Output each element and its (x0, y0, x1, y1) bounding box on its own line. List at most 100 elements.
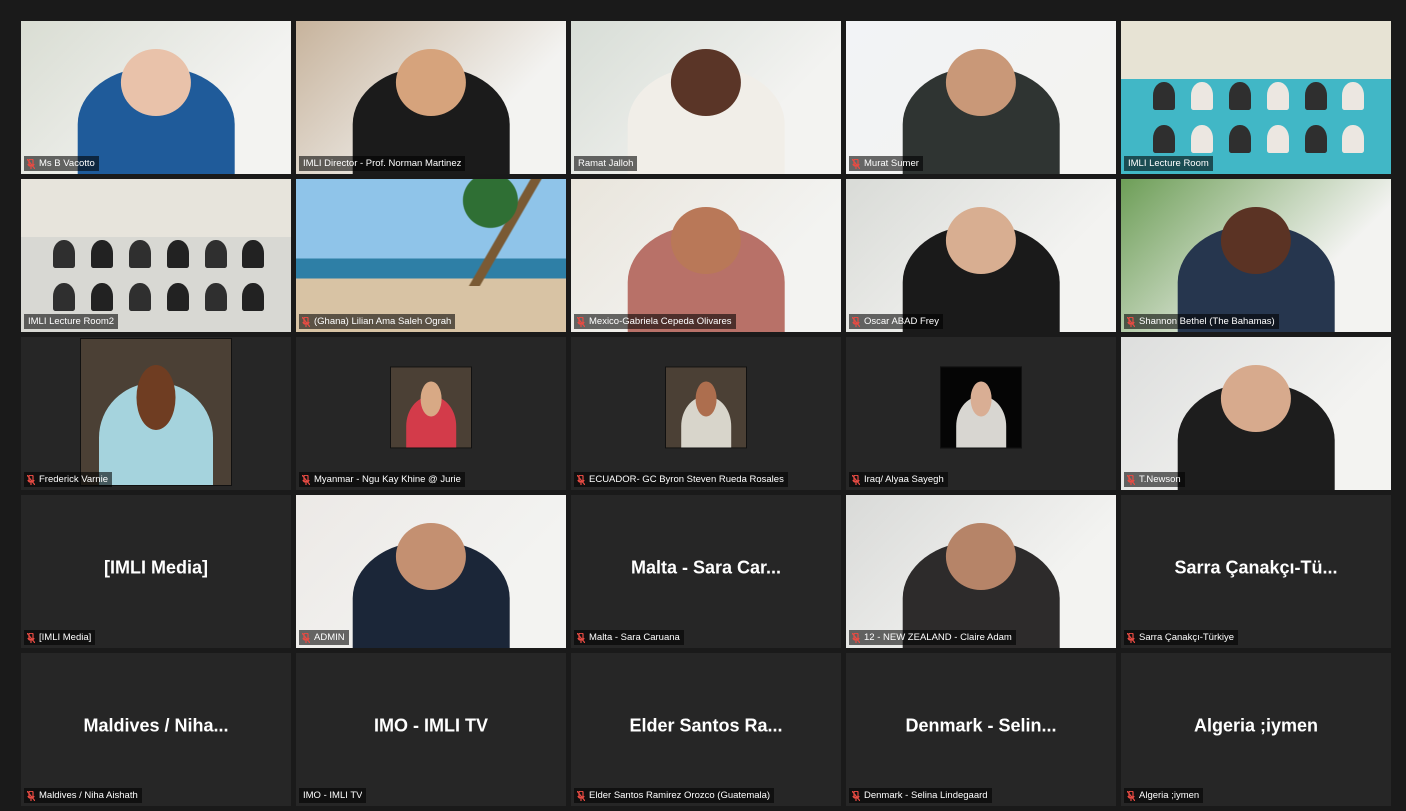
participant-name: Algeria ;iymen (1139, 790, 1200, 801)
participant-name: Maldives / Niha Aishath (39, 790, 138, 801)
participant-tile[interactable]: Iraq/ Alyaa Sayegh (846, 337, 1116, 490)
participant-tile[interactable]: (Ghana) Lilian Ama Saleh Ograh (296, 179, 566, 332)
participant-name: ECUADOR- GC Byron Steven Rueda Rosales (589, 474, 784, 485)
participant-tile[interactable]: IMLI Lecture Room2 (21, 179, 291, 332)
participant-tile[interactable]: Malta - Sara Car... Malta - Sara Caruana (571, 495, 841, 648)
room-attendee (91, 239, 114, 268)
participant-name: Ramat Jalloh (578, 158, 634, 169)
participant-tile[interactable]: Sarra Çanakçı-Tü... Sarra Çanakçı-Türkiye (1121, 495, 1391, 648)
participant-tile[interactable]: Shannon Bethel (The Bahamas) (1121, 179, 1391, 332)
participant-name-label: Sarra Çanakçı-Türkiye (1124, 630, 1239, 645)
participant-video (21, 21, 291, 174)
participant-video (296, 495, 566, 648)
participant-name: Ms B Vacotto (39, 158, 95, 169)
microphone-muted-icon (27, 474, 35, 485)
participant-tile[interactable]: Frederick Varnie (21, 337, 291, 490)
participant-name-label: IMLI Director - Prof. Norman Martinez (299, 156, 466, 171)
participant-display-name: Denmark - Selin... (905, 715, 1057, 736)
participant-name-label: 12 - NEW ZEALAND - Claire Adam (849, 630, 1016, 645)
participant-tile[interactable]: IMLI Director - Prof. Norman Martinez (296, 21, 566, 174)
microphone-muted-icon (27, 158, 35, 169)
participant-video (846, 21, 1116, 174)
participant-name-label: Iraq/ Alyaa Sayegh (849, 472, 948, 487)
participant-name-label: Oscar ABAD Frey (849, 314, 943, 329)
participant-name-label: Murat Sumer (849, 156, 923, 171)
participant-name: Mexico-Gabriela Cepeda Olivares (589, 316, 732, 327)
participant-tile[interactable]: ADMIN (296, 495, 566, 648)
participant-tile[interactable]: T.Newson (1121, 337, 1391, 490)
participant-tile[interactable]: [IMLI Media] [IMLI Media] (21, 495, 291, 648)
participant-face (945, 206, 1017, 274)
participant-name: IMO - IMLI TV (303, 790, 363, 801)
microphone-muted-icon (1127, 632, 1135, 643)
participant-video (571, 179, 841, 332)
microphone-muted-icon (577, 474, 585, 485)
room-attendee (53, 282, 76, 311)
profile-photo-face (136, 365, 176, 430)
participant-name: Myanmar - Ngu Kay Khine @ Jurie (314, 474, 461, 485)
room-attendee (242, 282, 265, 311)
participant-video (846, 495, 1116, 648)
participant-tile[interactable]: Denmark - Selin... Denmark - Selina Linde… (846, 653, 1116, 806)
participant-face (395, 48, 467, 116)
participant-name: IMLI Lecture Room (1128, 158, 1209, 169)
participant-tile[interactable]: IMO - IMLI TV IMO - IMLI TV (296, 653, 566, 806)
participant-name-label: IMLI Lecture Room2 (24, 314, 119, 329)
microphone-muted-icon (1127, 790, 1135, 801)
participant-display-name: Maldives / Niha... (83, 715, 229, 736)
participant-name-label: Frederick Varnie (24, 472, 112, 487)
microphone-muted-icon (852, 474, 860, 485)
participant-name-label: Denmark - Selina Lindegaard (849, 788, 992, 803)
room-attendee (1153, 124, 1176, 153)
participant-face (395, 522, 467, 590)
room-attendee (53, 239, 76, 268)
room-attendee (1229, 124, 1251, 153)
participant-name: Shannon Bethel (The Bahamas) (1139, 316, 1275, 327)
room-attendee (1153, 81, 1176, 110)
microphone-muted-icon (852, 158, 860, 169)
room-attendee (242, 239, 265, 268)
room-attendee (129, 282, 151, 311)
participant-display-name: Sarra Çanakçı-Tü... (1174, 557, 1338, 578)
room-attendee (1191, 81, 1214, 110)
participant-tile[interactable]: Elder Santos Ra... Elder Santos Ramirez O… (571, 653, 841, 806)
profile-photo (665, 365, 747, 448)
participant-tile[interactable]: Murat Sumer (846, 21, 1116, 174)
participant-video (846, 179, 1116, 332)
participant-name-label: IMLI Lecture Room (1124, 156, 1213, 171)
participant-name: 12 - NEW ZEALAND - Claire Adam (864, 632, 1012, 643)
participant-grid: Ms B Vacotto IMLI Director - Prof. Norman… (21, 21, 1391, 806)
room-attendee (129, 239, 151, 268)
participant-tile[interactable]: Algeria ;iymen Algeria ;iymen (1121, 653, 1391, 806)
participant-tile[interactable]: Mexico-Gabriela Cepeda Olivares (571, 179, 841, 332)
participant-name: Frederick Varnie (39, 474, 108, 485)
room-attendee (204, 239, 227, 268)
participant-tile[interactable]: Ms B Vacotto (21, 21, 291, 174)
participant-name-label: T.Newson (1124, 472, 1185, 487)
profile-photo (80, 338, 232, 486)
participant-name-label: Maldives / Niha Aishath (24, 788, 142, 803)
participant-name: [IMLI Media] (39, 632, 92, 643)
participant-tile[interactable]: Maldives / Niha... Maldives / Niha Aishat… (21, 653, 291, 806)
microphone-muted-icon (302, 316, 310, 327)
profile-photo (940, 365, 1022, 448)
microphone-muted-icon (852, 790, 860, 801)
participant-face (945, 48, 1017, 116)
participant-display-name: [IMLI Media] (104, 557, 208, 578)
participant-tile[interactable]: Ramat Jalloh (571, 21, 841, 174)
participant-tile[interactable]: ECUADOR- GC Byron Steven Rueda Rosales (571, 337, 841, 490)
microphone-muted-icon (27, 790, 35, 801)
participant-tile[interactable]: Myanmar - Ngu Kay Khine @ Jurie (296, 337, 566, 490)
participant-face (945, 522, 1017, 590)
room-attendee (1342, 81, 1365, 110)
participant-tile[interactable]: IMLI Lecture Room (1121, 21, 1391, 174)
participant-tile[interactable]: Oscar ABAD Frey (846, 179, 1116, 332)
participant-display-name: Malta - Sara Car... (630, 557, 782, 578)
participant-video (571, 21, 841, 174)
participant-tile[interactable]: 12 - NEW ZEALAND - Claire Adam (846, 495, 1116, 648)
profile-photo-face (420, 381, 442, 417)
room-attendee (1266, 124, 1289, 153)
microphone-muted-icon (1127, 474, 1135, 485)
participant-face (670, 48, 742, 116)
microphone-muted-icon (577, 790, 585, 801)
